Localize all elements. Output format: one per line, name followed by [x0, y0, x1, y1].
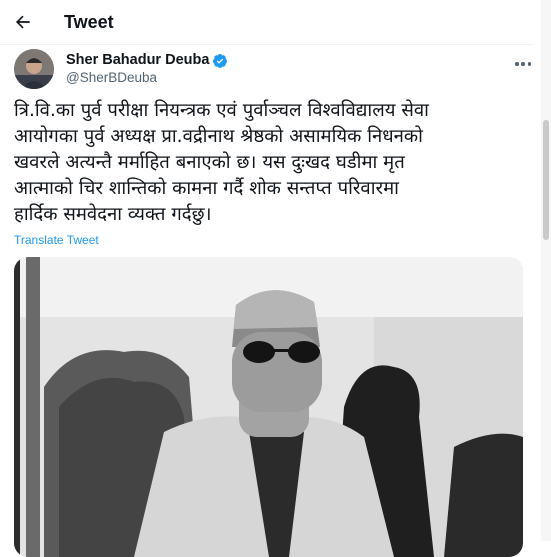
scrollbar-thumb[interactable]: [543, 120, 549, 240]
page-title: Tweet: [64, 11, 114, 32]
avatar[interactable]: [14, 49, 54, 89]
tweet-text-line: त्रि.वि.का पुर्व परीक्षा नियन्त्रक एवं प…: [14, 100, 429, 121]
header-divider: [0, 44, 533, 45]
translate-tweet-link[interactable]: Translate Tweet: [14, 233, 99, 247]
back-button[interactable]: [6, 5, 40, 39]
scrollbar[interactable]: [541, 0, 551, 541]
top-bar: Tweet: [0, 0, 551, 44]
more-options-icon[interactable]: [515, 60, 531, 68]
verified-badge-icon: [212, 53, 228, 69]
tweet-text-line: हार्दिक समवेदना व्यक्त गर्दछु।: [14, 204, 212, 225]
tweet-author: Sher Bahadur Deuba @SherBDeuba: [14, 48, 534, 90]
author-name[interactable]: Sher Bahadur Deuba: [66, 52, 209, 69]
author-handle[interactable]: @SherBDeuba: [66, 69, 228, 86]
tweet-text-line: आयोगका पुर्व अध्यक्ष प्रा.वद्रीनाथ श्रेष…: [14, 126, 423, 147]
tweet-photo[interactable]: [14, 257, 523, 557]
arrow-left-icon: [15, 15, 30, 29]
tweet-text-line: आत्माको चिर शान्तिको कामना गर्दै शोक सन्…: [14, 178, 399, 199]
tweet-text-line: खवरले अत्यन्तै मर्माहित बनाएको छ। यस दुः…: [14, 152, 405, 173]
tweet-text: त्रि.वि.का पुर्व परीक्षा नियन्त्रक एवं प…: [14, 98, 524, 228]
